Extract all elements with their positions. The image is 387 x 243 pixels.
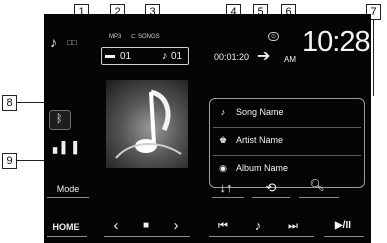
song-count-icon: ⊏ <box>131 34 137 40</box>
play-status-arrow: ➔ <box>257 48 271 65</box>
artist-icon: ♚ <box>218 135 228 145</box>
skip-back-icon: ⏮︎ <box>218 220 228 232</box>
folder-icon: ▬ <box>105 50 115 61</box>
skip-forward-icon: ⏭︎ <box>288 220 298 232</box>
track-note-icon: ♪ <box>162 50 168 62</box>
track-number: 01 <box>171 51 183 62</box>
note-list-button[interactable]: ♪ <box>248 218 268 233</box>
song-name-row: ♪ Song Name <box>218 107 284 117</box>
connection-icon: □□ <box>67 38 77 47</box>
album-art <box>106 80 188 168</box>
callout-8: 8 <box>2 95 17 111</box>
repeat-icon: ⟲ <box>265 180 277 195</box>
folder-button-underline <box>212 197 244 198</box>
tag-divider-2 <box>213 155 361 156</box>
skip-back-button[interactable]: ⏮︎ <box>210 220 236 233</box>
screen: ♪ □□ MP3 ⊏ SONGS ▬ 01 ♪ 01 00:01:20 ➔ ⊙ … <box>44 14 371 243</box>
mode-button[interactable]: Mode <box>48 184 88 194</box>
album-icon: ◉ <box>219 163 227 173</box>
album-name-row: ◉ Album Name <box>218 163 288 174</box>
bluetooth-icon: ᛒ <box>56 113 63 125</box>
play-pause-button[interactable]: ▶/II <box>326 220 360 231</box>
leader-line-7 <box>373 20 374 96</box>
search-button[interactable]: 🔍︎ <box>302 178 332 192</box>
album-art-note-icon <box>115 89 182 159</box>
song-count-label: SONGS <box>138 34 160 40</box>
search-icon: 🔍︎ <box>309 178 325 192</box>
repeat-button[interactable]: ⟲ <box>256 180 286 196</box>
transport-underline <box>209 236 314 237</box>
song-name: Song Name <box>236 107 284 117</box>
artist-name: Artist Name <box>236 135 284 145</box>
tag-divider-1 <box>213 127 361 128</box>
folder-track-box: ▬ 01 ♪ 01 <box>101 47 189 65</box>
clock: 10:28 <box>302 26 371 58</box>
skip-forward-button[interactable]: ⏭︎ <box>280 220 306 233</box>
bluetooth-button[interactable]: ᛒ <box>49 110 71 130</box>
equalizer-button[interactable]: ▖▌▐ <box>49 138 77 158</box>
ampm-label: AM <box>284 55 296 64</box>
page-nav-underline <box>104 236 190 237</box>
search-underline <box>299 197 339 198</box>
codec-label: MP3 <box>109 34 122 40</box>
folder-up-down-button[interactable]: ↓↑ <box>212 180 240 195</box>
page-next-button[interactable]: › <box>168 217 184 234</box>
callout-9: 9 <box>2 153 17 169</box>
equalizer-icon: ▖▌▐ <box>53 142 78 154</box>
mode-underline <box>47 197 89 198</box>
home-underline <box>47 236 87 237</box>
play-time: 00:01:20 <box>214 52 250 62</box>
page-prev-button[interactable]: ‹ <box>108 217 124 234</box>
repeat-underline <box>252 197 290 198</box>
album-name: Album Name <box>236 163 289 173</box>
source-icon[interactable]: ♪ <box>50 34 57 50</box>
note-icon: ♪ <box>220 107 226 117</box>
folder-number: 01 <box>120 51 132 62</box>
artist-name-row: ♚ Artist Name <box>218 135 283 146</box>
home-button[interactable]: HOME <box>48 222 84 232</box>
play-pause-underline <box>324 236 364 237</box>
page-indicator: ■ <box>142 220 150 231</box>
dual-zone-indicator: ⊙ <box>268 32 280 41</box>
